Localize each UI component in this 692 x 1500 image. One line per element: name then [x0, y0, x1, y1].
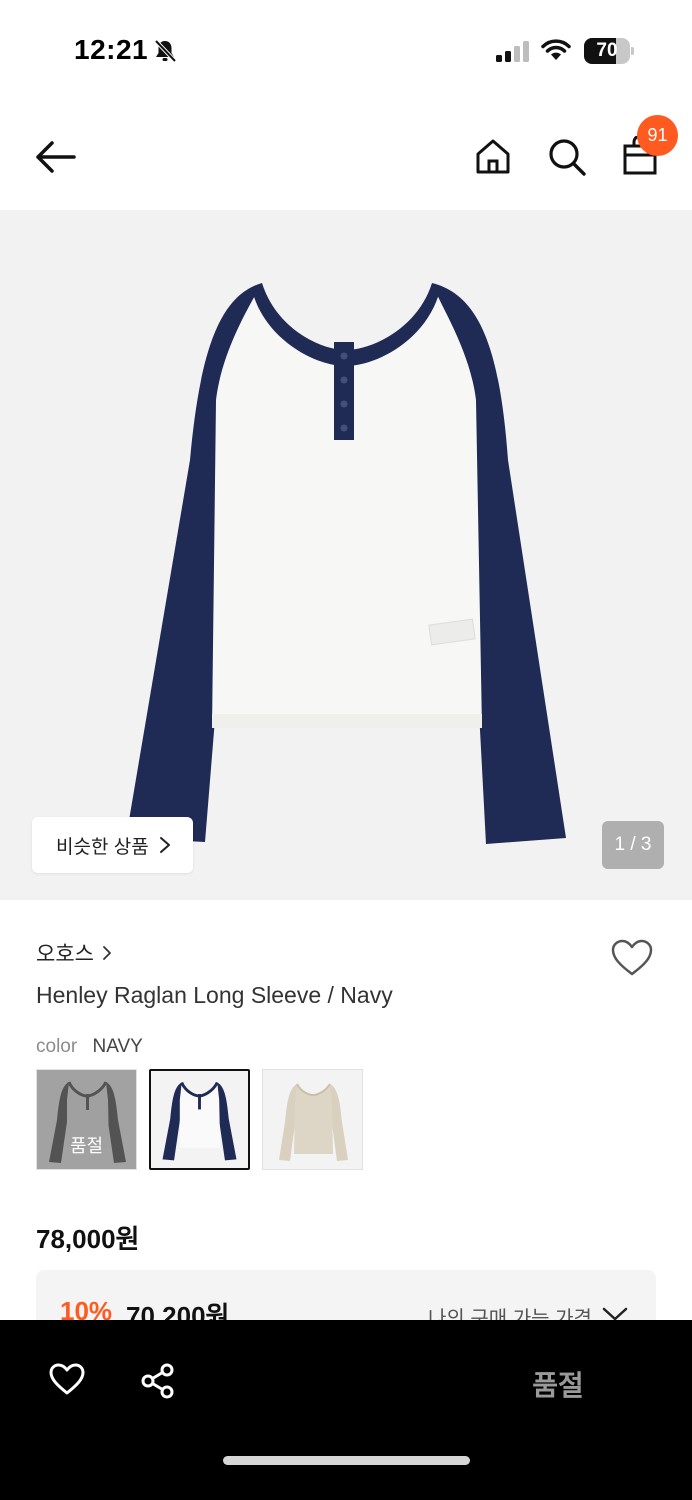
status-time: 12:21 [74, 34, 149, 65]
wishlist-heart-icon[interactable] [610, 938, 654, 978]
swatch-image-navy [151, 1071, 248, 1168]
product-image-gallery[interactable]: 비슷한 상품 1 / 3 [0, 210, 692, 900]
color-swatch-beige[interactable] [262, 1069, 363, 1170]
brand-name: 오호스 [36, 943, 94, 966]
selected-color-value: NAVY [92, 1036, 143, 1057]
image-counter: 1 / 3 [602, 821, 664, 869]
signal-icon [496, 41, 529, 62]
swatch-image-beige [263, 1070, 362, 1169]
back-arrow-icon[interactable] [34, 138, 78, 176]
chevron-right-icon [103, 946, 111, 960]
similar-products-button[interactable]: 비슷한 상품 [32, 817, 193, 873]
bottom-action-bar: 품절 [0, 1320, 692, 1500]
wifi-icon [541, 39, 571, 60]
top-navigation: 91 [0, 100, 692, 210]
status-bar: 12:21 70 [0, 0, 692, 100]
battery-indicator: 70 [584, 38, 634, 64]
brand-link[interactable]: 오호스 [36, 938, 112, 968]
battery-level: 70 [596, 40, 618, 61]
heart-icon[interactable] [48, 1362, 86, 1396]
chevron-right-icon [159, 837, 170, 853]
product-image-navy-henley [126, 283, 566, 844]
home-icon[interactable] [474, 137, 512, 175]
home-indicator[interactable] [223, 1456, 470, 1465]
color-swatch-navy[interactable] [149, 1069, 250, 1170]
search-icon[interactable] [547, 137, 587, 177]
color-label: color [36, 1036, 78, 1057]
product-title: Henley Raglan Long Sleeve / Navy [36, 982, 393, 1008]
product-price: 78,000원 [36, 1224, 140, 1254]
share-icon[interactable] [140, 1363, 176, 1399]
bell-muted-icon [154, 39, 177, 63]
color-option-row: color NAVY [36, 1036, 143, 1058]
color-swatch-black[interactable]: 품절 [36, 1069, 137, 1170]
soldout-label: 품절 [69, 1136, 104, 1156]
cart-count-badge[interactable]: 91 [637, 115, 678, 156]
similar-products-label: 비슷한 상품 [56, 836, 149, 858]
color-swatches: 품절 [36, 1069, 363, 1170]
soldout-button[interactable]: 품절 [500, 1364, 616, 1404]
